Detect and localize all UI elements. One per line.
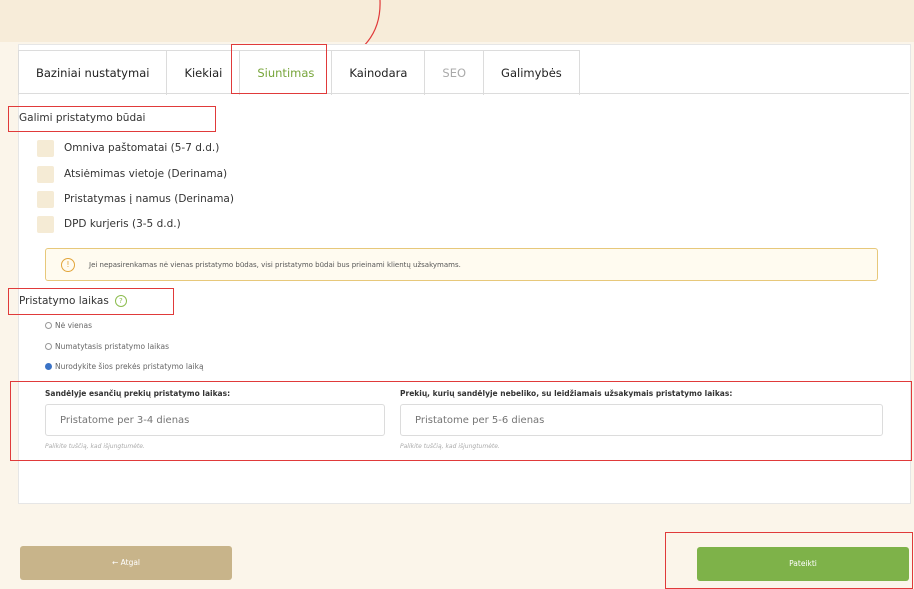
radio-button[interactable] (45, 343, 52, 350)
radio-button[interactable] (45, 322, 52, 329)
notice-text: Jei nepasirenkamas nė vienas pristatymo … (89, 260, 461, 269)
tab-seo[interactable]: SEO (424, 50, 485, 95)
tab-options[interactable]: Galimybės (483, 50, 580, 95)
tab-quantities[interactable]: Kiekiai (166, 50, 241, 95)
highlight-submit-button (665, 532, 913, 589)
tab-pricing[interactable]: Kainodara (331, 50, 426, 95)
delivery-option-dpd[interactable]: DPD kurjeris (3-5 d.d.) (37, 215, 181, 233)
info-icon: ! (61, 257, 75, 272)
tab-divider (18, 93, 909, 94)
delivery-time-option-custom[interactable]: Nurodykite šios prekės pristatymo laiką (45, 362, 204, 371)
radio-label: Numatytasis pristatymo laikas (55, 342, 169, 351)
delivery-option-omniva[interactable]: Omniva paštomatai (5-7 d.d.) (37, 139, 219, 157)
checkbox-label: DPD kurjeris (3-5 d.d.) (64, 218, 181, 230)
highlight-delivery-methods (8, 106, 216, 132)
back-button[interactable]: ← Atgal (20, 546, 232, 580)
delivery-time-option-none[interactable]: Nė vienas (45, 321, 92, 330)
checkbox[interactable] (37, 165, 54, 183)
checkbox[interactable] (37, 190, 54, 208)
delivery-notice: ! Jei nepasirenkamas nė vienas pristatym… (45, 248, 878, 281)
checkbox[interactable] (37, 139, 54, 157)
checkbox[interactable] (37, 215, 54, 233)
checkbox-label: Atsiėmimas vietoje (Derinama) (64, 168, 228, 180)
delivery-time-option-default[interactable]: Numatytasis pristatymo laikas (45, 342, 169, 351)
header-background (0, 0, 914, 42)
radio-button-selected[interactable] (45, 363, 52, 370)
delivery-option-home[interactable]: Pristatymas į namus (Derinama) (37, 190, 234, 208)
radio-label: Nė vienas (55, 321, 93, 330)
highlight-delivery-time (8, 288, 174, 315)
highlight-delivery-time-fields (10, 381, 912, 461)
checkbox-label: Pristatymas į namus (Derinama) (64, 193, 234, 205)
checkbox-label: Omniva paštomatai (5-7 d.d.) (64, 142, 220, 154)
highlight-shipping-tab (231, 44, 327, 94)
delivery-option-pickup[interactable]: Atsiėmimas vietoje (Derinama) (37, 165, 227, 183)
radio-label: Nurodykite šios prekės pristatymo laiką (55, 362, 204, 371)
tab-basic-settings[interactable]: Baziniai nustatymai (18, 50, 168, 95)
